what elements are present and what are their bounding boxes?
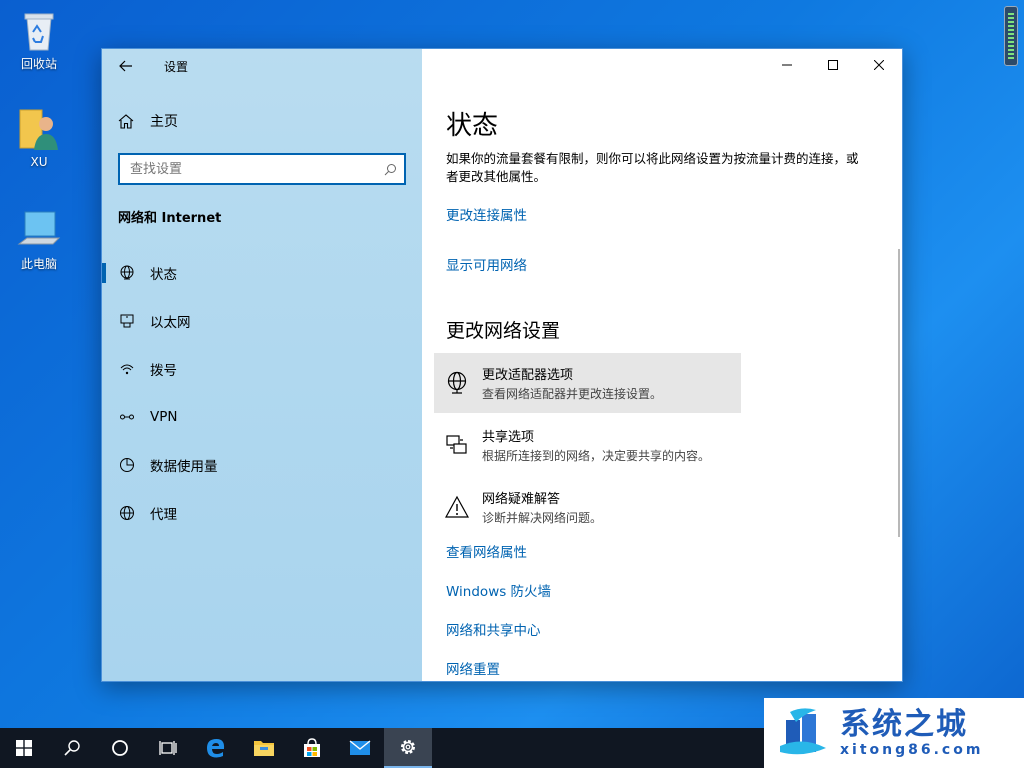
view-network-properties-link[interactable]: 查看网络属性: [446, 541, 527, 561]
sidebar-item-vpn[interactable]: VPN: [102, 393, 422, 441]
start-button[interactable]: [0, 728, 48, 768]
gadget-meter: [1004, 6, 1018, 66]
task-view-icon: [159, 741, 177, 755]
desktop-icon-label: XU: [30, 155, 48, 169]
computer-icon: [17, 206, 61, 252]
sidebar-item-label: 数据使用量: [150, 459, 218, 475]
mail-icon: [349, 740, 371, 755]
sidebar-nav: 状态 以太网 拨号 VPN 数据使用量 代理: [102, 249, 422, 537]
content: 状态 如果你的流量套餐有限制，则你可以将此网络设置为按流量计费的连接，或者更改其…: [446, 105, 866, 343]
title-bar: 设置: [102, 49, 422, 83]
gear-icon: [401, 740, 415, 754]
recycle-bin-icon: [17, 6, 61, 52]
minimize-icon: [782, 64, 792, 66]
back-arrow-icon: [119, 60, 132, 72]
store-bag-icon: [304, 738, 320, 757]
search-input[interactable]: [120, 155, 376, 183]
desktop-icon-recycle-bin[interactable]: 回收站: [8, 6, 70, 72]
windows-logo-icon: [16, 740, 32, 756]
option-title: 网络疑难解答: [482, 492, 561, 507]
back-button[interactable]: [102, 49, 150, 83]
sidebar: 设置 主页 网络和 Internet 状态: [102, 49, 422, 681]
watermark-text: 系统之城: [840, 707, 968, 742]
desktop-icon-label: 此电脑: [20, 257, 57, 271]
search-icon[interactable]: [376, 163, 404, 176]
app-title: 设置: [164, 59, 189, 74]
sharing-icon: [444, 432, 470, 458]
home-link[interactable]: 主页: [118, 111, 178, 131]
window-controls: [764, 49, 902, 81]
option-sharing[interactable]: 共享选项 根据所连接到的网络，决定要共享的内容。: [434, 415, 741, 475]
minimize-button[interactable]: [764, 49, 810, 81]
show-available-networks-link[interactable]: 显示可用网络: [446, 254, 866, 274]
desktop-icon-label: 回收站: [20, 57, 57, 71]
close-button[interactable]: [856, 49, 902, 81]
adapter-globe-icon: [444, 370, 470, 396]
proxy-globe-icon: [118, 504, 136, 522]
desktop-icon-this-pc[interactable]: 此电脑: [8, 206, 70, 272]
taskbar-file-explorer[interactable]: [240, 728, 288, 768]
taskbar-mail[interactable]: [336, 728, 384, 768]
taskbar-store[interactable]: [288, 728, 336, 768]
option-title: 更改适配器选项: [482, 368, 574, 383]
sidebar-item-status[interactable]: 状态: [102, 249, 422, 297]
warning-icon: [444, 494, 470, 520]
taskbar-edge[interactable]: [192, 728, 240, 768]
network-reset-link[interactable]: 网络重置: [446, 658, 500, 678]
close-icon: [874, 60, 884, 70]
user-folder-icon: [17, 106, 61, 152]
data-usage-icon: [118, 456, 136, 474]
sidebar-item-proxy[interactable]: 代理: [102, 489, 422, 537]
option-troubleshoot[interactable]: 网络疑难解答 诊断并解决网络问题。: [434, 477, 741, 537]
sidebar-item-label: 代理: [150, 507, 177, 523]
scrollbar[interactable]: [898, 249, 900, 537]
home-icon: [118, 113, 136, 129]
search-icon: [64, 740, 80, 756]
watermark: 系统之城 xitong86.com: [764, 698, 1024, 768]
maximize-button[interactable]: [810, 49, 856, 81]
option-desc: 根据所连接到的网络，决定要共享的内容。: [482, 449, 711, 463]
home-label: 主页: [150, 114, 178, 130]
option-change-adapter[interactable]: 更改适配器选项 查看网络适配器并更改连接设置。: [434, 353, 741, 413]
sidebar-item-ethernet[interactable]: 以太网: [102, 297, 422, 345]
taskbar-settings[interactable]: [384, 728, 432, 768]
globe-status-icon: [118, 264, 136, 282]
page-title: 状态: [446, 111, 499, 141]
sidebar-item-label: 拨号: [150, 363, 177, 379]
edge-icon: [207, 739, 225, 758]
desktop-icon-user-folder[interactable]: XU: [8, 106, 70, 169]
sidebar-item-label: VPN: [150, 409, 178, 425]
cortana-circle-icon: [112, 740, 128, 756]
sidebar-item-label: 以太网: [150, 315, 191, 331]
option-title: 共享选项: [482, 430, 535, 445]
section-title: 更改网络设置: [446, 320, 561, 342]
watermark-logo-icon: [780, 708, 826, 755]
option-desc: 诊断并解决网络问题。: [482, 511, 603, 525]
search-button[interactable]: [48, 728, 96, 768]
vpn-icon: [118, 408, 136, 426]
main-pane: 状态 如果你的流量套餐有限制，则你可以将此网络设置为按流量计费的连接，或者更改其…: [422, 49, 902, 681]
sidebar-item-label: 状态: [150, 267, 177, 283]
change-connection-properties-link[interactable]: 更改连接属性: [446, 204, 866, 224]
folder-icon: [254, 741, 274, 756]
intro-text: 如果你的流量套餐有限制，则你可以将此网络设置为按流量计费的连接，或者更改其他属性…: [446, 151, 859, 184]
dialup-icon: [118, 360, 136, 378]
ethernet-icon: [118, 312, 136, 330]
cortana-button[interactable]: [96, 728, 144, 768]
network-sharing-center-link[interactable]: 网络和共享中心: [446, 619, 541, 639]
sidebar-item-dialup[interactable]: 拨号: [102, 345, 422, 393]
settings-window: 设置 主页 网络和 Internet 状态: [101, 48, 903, 682]
section-header: 网络和 Internet: [118, 211, 222, 226]
search-box: [118, 153, 406, 185]
sidebar-item-data-usage[interactable]: 数据使用量: [102, 441, 422, 489]
windows-firewall-link[interactable]: Windows 防火墙: [446, 580, 551, 600]
option-desc: 查看网络适配器并更改连接设置。: [482, 387, 663, 401]
maximize-icon: [828, 60, 838, 70]
watermark-url: xitong86.com: [840, 742, 984, 758]
task-view-button[interactable]: [144, 728, 192, 768]
